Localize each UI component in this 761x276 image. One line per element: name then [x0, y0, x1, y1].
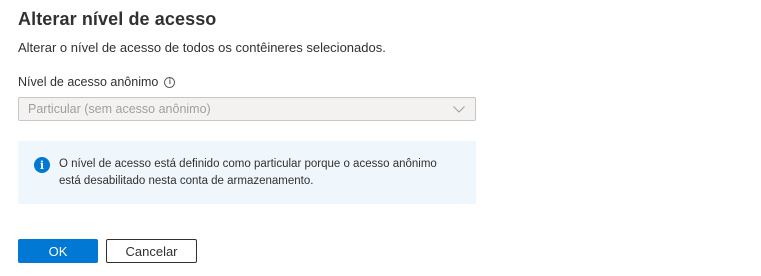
- dialog-subtitle: Alterar o nível de acesso de todos os co…: [18, 40, 386, 55]
- ok-button[interactable]: OK: [18, 239, 98, 263]
- access-level-dropdown[interactable]: Particular (sem acesso anônimo): [18, 97, 476, 121]
- info-message-text: O nível de acesso está definido como par…: [59, 156, 437, 190]
- info-icon[interactable]: i: [164, 76, 176, 88]
- info-message-bar: i O nível de acesso está definido como p…: [18, 141, 476, 204]
- info-message-line-1: O nível de acesso está definido como par…: [59, 158, 437, 170]
- info-filled-icon: i: [34, 157, 50, 173]
- access-level-label-row: Nível de acesso anônimo i: [18, 75, 176, 89]
- chevron-down-icon: [453, 106, 465, 113]
- access-level-label: Nível de acesso anônimo: [18, 75, 159, 89]
- info-message-line-2: está desabilitado nesta conta de armazen…: [59, 175, 314, 187]
- access-level-selected-value: Particular (sem acesso anônimo): [28, 102, 211, 116]
- dialog-title: Alterar nível de acesso: [18, 9, 217, 29]
- cancel-button[interactable]: Cancelar: [106, 239, 197, 263]
